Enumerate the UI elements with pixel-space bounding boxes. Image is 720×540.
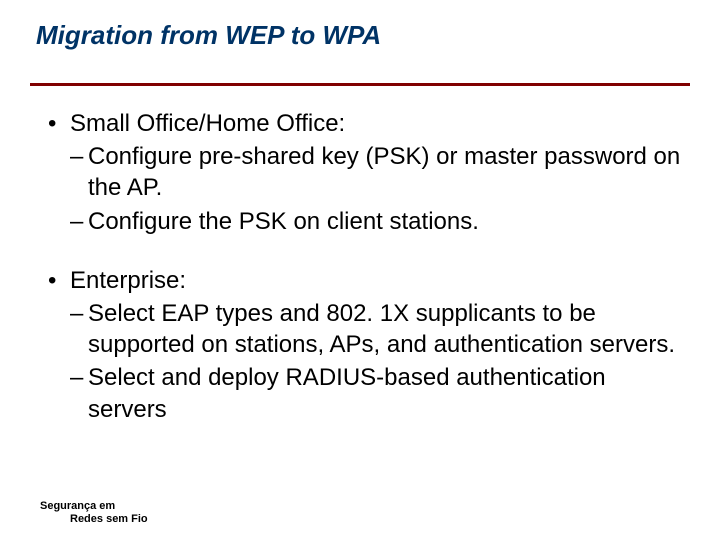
list-item: – Configure pre-shared key (PSK) or mast…	[70, 141, 690, 203]
bullet-level1: • Enterprise:	[48, 265, 690, 296]
sub-bullet-text: Configure the PSK on client stations.	[88, 206, 690, 237]
footer-line2: Redes sem Fio	[40, 513, 148, 526]
sub-list: – Configure pre-shared key (PSK) or mast…	[48, 141, 690, 237]
list-item: • Small Office/Home Office: – Configure …	[48, 108, 690, 237]
bullet-level1: • Small Office/Home Office:	[48, 108, 690, 139]
bullet-icon: •	[48, 267, 70, 295]
bullet-text: Enterprise:	[70, 265, 690, 296]
dash-icon: –	[70, 362, 88, 393]
title-underline	[30, 83, 690, 86]
dash-icon: –	[70, 206, 88, 237]
dash-icon: –	[70, 141, 88, 172]
list-item: • Enterprise: – Select EAP types and 802…	[48, 265, 690, 425]
footer-line1: Segurança em	[40, 500, 148, 513]
dash-icon: –	[70, 298, 88, 329]
list-item: – Select and deploy RADIUS-based authent…	[70, 362, 690, 424]
bullet-text: Small Office/Home Office:	[70, 108, 690, 139]
footer: Segurança em Redes sem Fio	[40, 500, 148, 526]
list-item: – Select EAP types and 802. 1X supplican…	[70, 298, 690, 360]
sub-bullet-text: Select EAP types and 802. 1X supplicants…	[88, 298, 690, 360]
sub-bullet-text: Select and deploy RADIUS-based authentic…	[88, 362, 690, 424]
bullet-list: • Small Office/Home Office: – Configure …	[30, 108, 690, 425]
slide-title: Migration from WEP to WPA	[36, 20, 690, 59]
sub-list: – Select EAP types and 802. 1X supplican…	[48, 298, 690, 425]
slide: Migration from WEP to WPA • Small Office…	[0, 0, 720, 540]
list-item: – Configure the PSK on client stations.	[70, 206, 690, 237]
sub-bullet-text: Configure pre-shared key (PSK) or master…	[88, 141, 690, 203]
bullet-icon: •	[48, 110, 70, 138]
